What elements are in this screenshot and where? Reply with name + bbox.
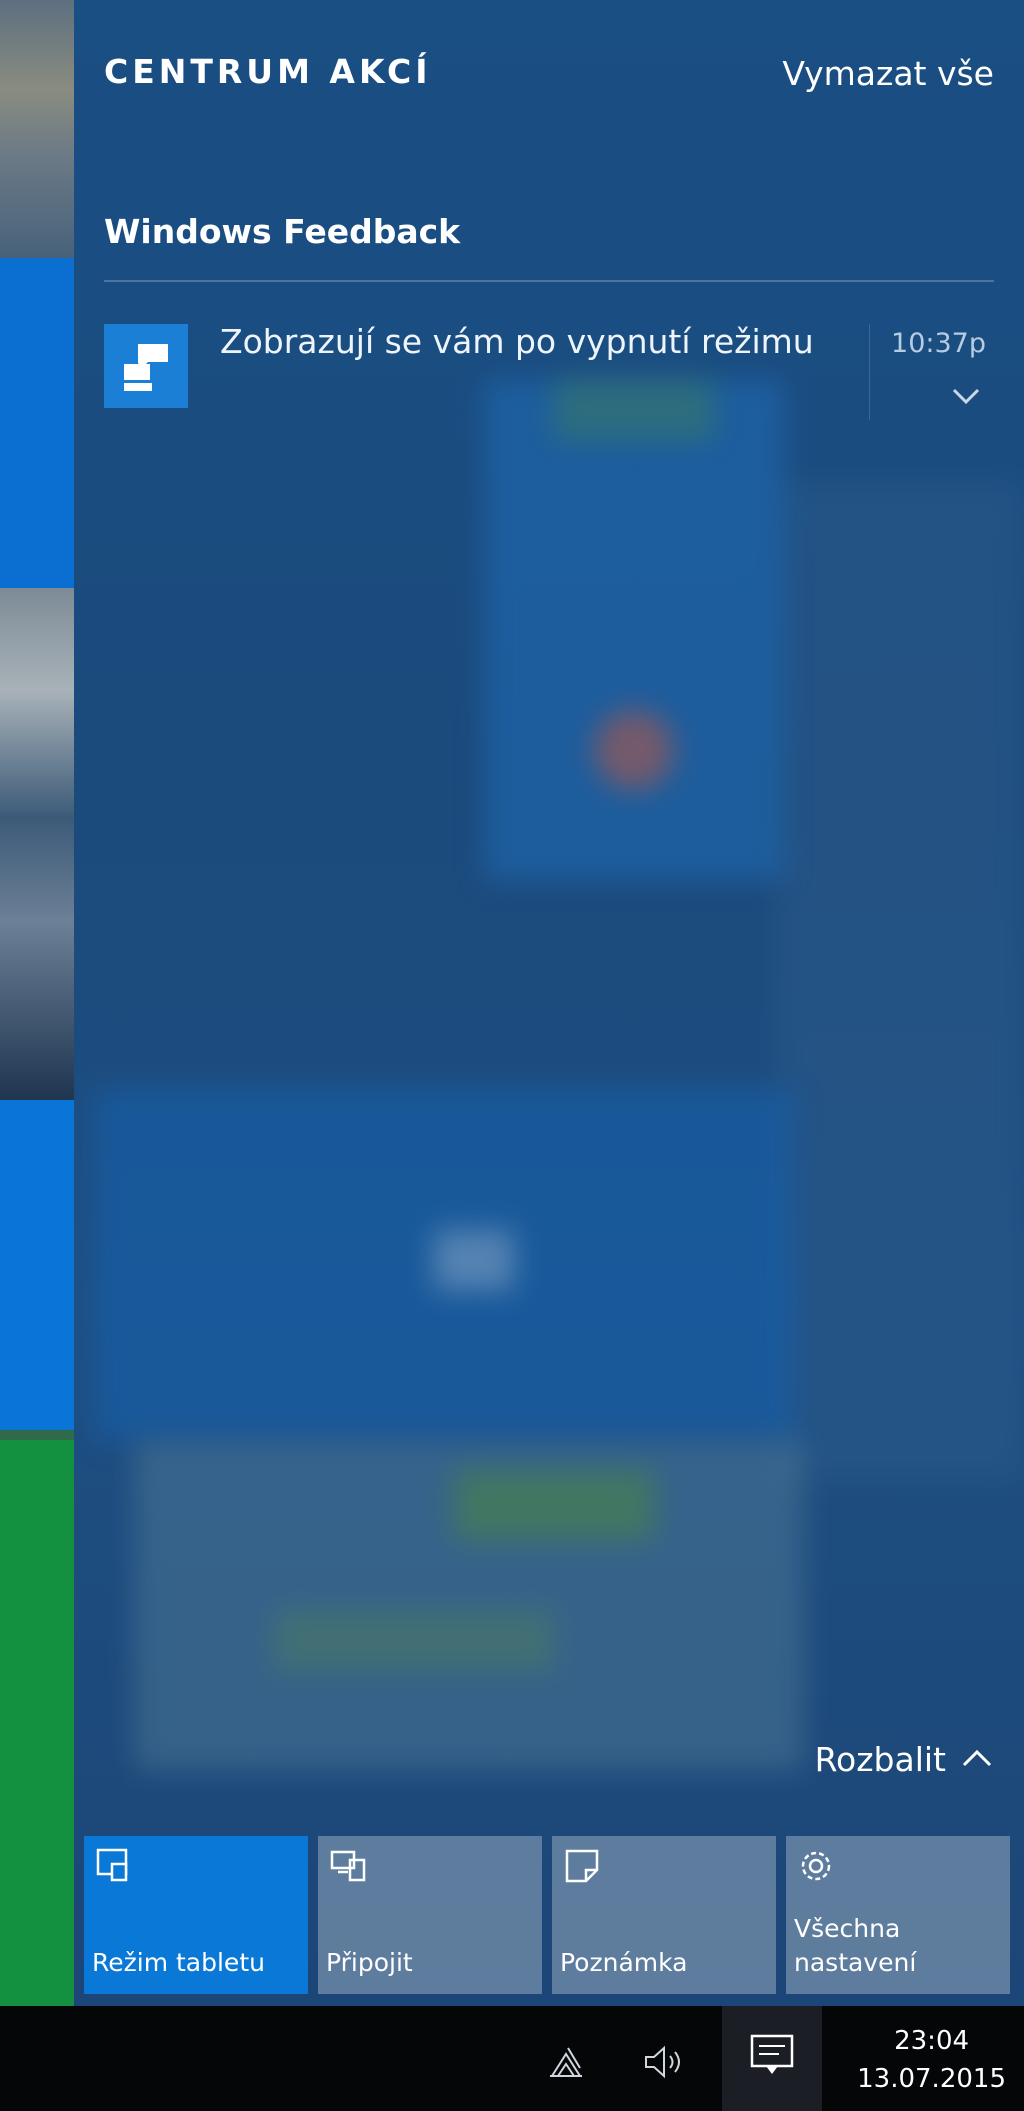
start-menu-tiles-edge bbox=[0, 0, 74, 2006]
clock-date: 13.07.2015 bbox=[857, 2064, 1006, 2094]
windows-feedback-icon bbox=[104, 324, 188, 408]
blurred-background bbox=[484, 380, 784, 880]
notification-text: Zobrazují se vám po vypnutí režimu bbox=[220, 322, 814, 361]
start-tile-blue[interactable] bbox=[0, 258, 74, 588]
connect-icon bbox=[328, 1846, 368, 1886]
action-center-header: CENTRUM AKCÍ Vymazat vše bbox=[104, 48, 994, 98]
blurred-background bbox=[454, 1470, 654, 1540]
quick-action-tablet-mode[interactable]: Režim tabletu bbox=[84, 1836, 308, 1994]
clear-all-button[interactable]: Vymazat vše bbox=[782, 54, 994, 93]
note-icon bbox=[562, 1846, 602, 1886]
gear-icon bbox=[796, 1846, 836, 1886]
start-tile-photo[interactable] bbox=[0, 0, 74, 258]
notification-time: 10:37p bbox=[891, 328, 986, 359]
quick-action-all-settings[interactable]: Všechna nastavení bbox=[786, 1836, 1010, 1994]
notification-group-title[interactable]: Windows Feedback bbox=[104, 212, 460, 251]
quick-action-connect[interactable]: Připojit bbox=[318, 1836, 542, 1994]
clock-time: 23:04 bbox=[894, 2026, 970, 2056]
tablet-mode-icon bbox=[94, 1846, 134, 1886]
quick-action-note[interactable]: Poznámka bbox=[552, 1836, 776, 1994]
chevron-down-icon[interactable] bbox=[946, 382, 986, 410]
quick-action-label: Režim tabletu bbox=[92, 1948, 265, 1977]
blurred-background bbox=[274, 1610, 554, 1670]
notification-separator bbox=[869, 324, 870, 420]
blurred-background bbox=[434, 1230, 514, 1290]
blurred-background bbox=[774, 480, 1024, 1480]
notification-item[interactable]: Zobrazují se vám po vypnutí režimu 10:37… bbox=[104, 306, 994, 426]
expand-label: Rozbalit bbox=[814, 1740, 946, 1779]
volume-icon[interactable] bbox=[640, 2042, 690, 2082]
start-tile-blue[interactable] bbox=[0, 1100, 74, 1430]
start-tile-green[interactable] bbox=[0, 1440, 74, 2006]
desktop: CENTRUM AKCÍ Vymazat vše Windows Feedbac… bbox=[0, 0, 1024, 2111]
taskbar-clock[interactable]: 23:04 13.07.2015 bbox=[857, 2022, 1006, 2098]
action-center-panel: CENTRUM AKCÍ Vymazat vše Windows Feedbac… bbox=[74, 0, 1024, 2006]
quick-actions: Režim tabletu Připojit Poznámka Všechna … bbox=[84, 1836, 1014, 1996]
network-icon[interactable] bbox=[546, 2042, 586, 2082]
start-tile-photo[interactable] bbox=[0, 588, 74, 1100]
taskbar: 23:04 13.07.2015 bbox=[0, 2006, 1024, 2111]
group-divider bbox=[104, 280, 994, 282]
chevron-up-icon bbox=[960, 1740, 994, 1779]
action-center-title: CENTRUM AKCÍ bbox=[104, 52, 432, 91]
blurred-background bbox=[594, 710, 674, 790]
quick-action-label: Připojit bbox=[326, 1948, 413, 1977]
tile-gap bbox=[0, 1430, 74, 1440]
expand-quick-actions-button[interactable]: Rozbalit bbox=[815, 1740, 994, 1779]
quick-action-label: Všechna nastavení bbox=[794, 1914, 917, 1977]
quick-action-label: Poznámka bbox=[560, 1948, 688, 1977]
action-center-icon[interactable] bbox=[722, 2006, 822, 2111]
